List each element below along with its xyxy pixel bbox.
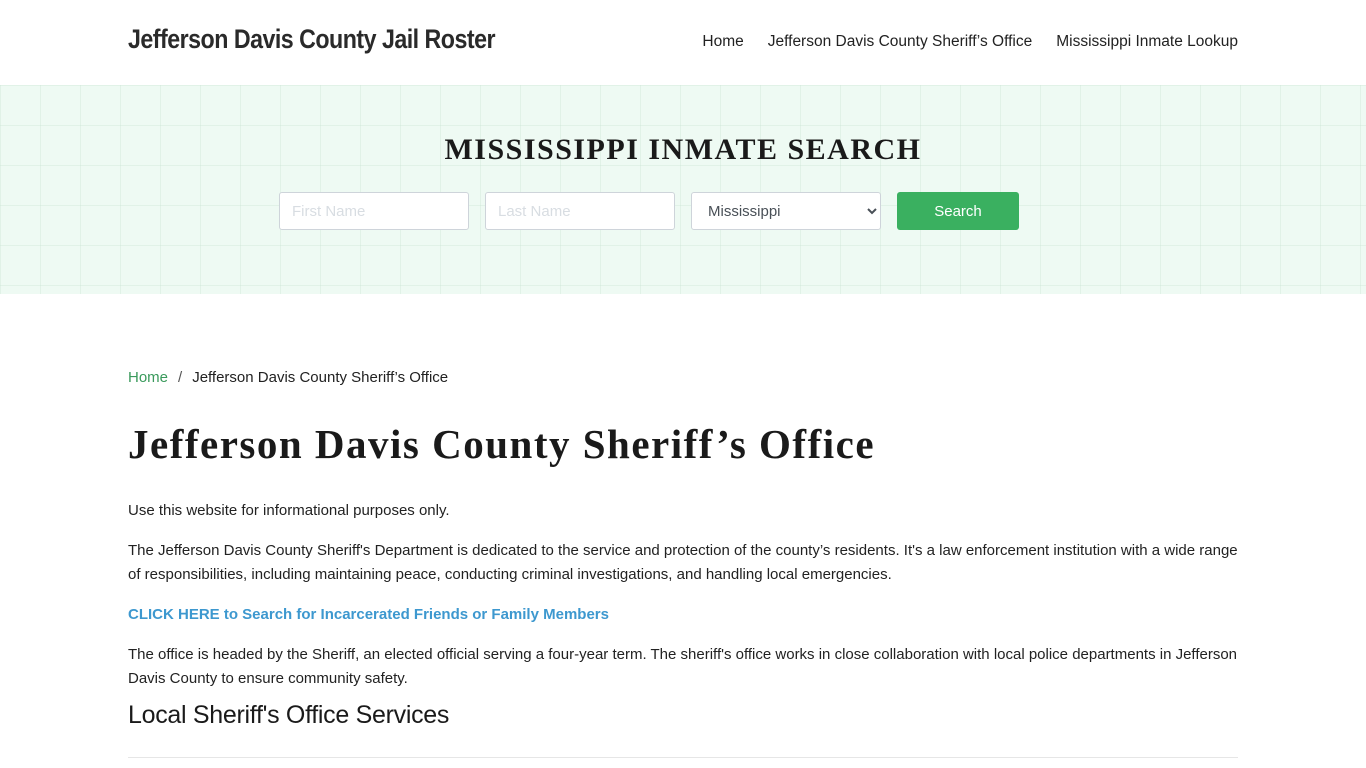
site-header: Jefferson Davis County Jail Roster Home … xyxy=(0,0,1366,85)
inmate-search-form: Mississippi Search xyxy=(279,192,1019,230)
search-button[interactable]: Search xyxy=(897,192,1019,230)
breadcrumb: Home / Jefferson Davis County Sheriff’s … xyxy=(128,369,448,386)
nav-inmate-lookup[interactable]: Mississippi Inmate Lookup xyxy=(1056,33,1238,51)
nav-home[interactable]: Home xyxy=(702,33,743,51)
breadcrumb-current: Jefferson Davis County Sheriff’s Office xyxy=(192,369,449,386)
first-name-input[interactable] xyxy=(279,192,469,230)
hero-title: MISSISSIPPI INMATE SEARCH xyxy=(444,133,922,166)
search-inmates-link[interactable]: CLICK HERE to Search for Incarcerated Fr… xyxy=(128,606,609,623)
main-nav: Home Jefferson Davis County Sheriff’s Of… xyxy=(702,33,1238,51)
main-content: Use this website for informational purpo… xyxy=(128,499,1238,729)
nav-sheriffs-office[interactable]: Jefferson Davis County Sheriff’s Office xyxy=(768,33,1032,51)
state-select[interactable]: Mississippi xyxy=(691,192,881,230)
disclaimer-text: Use this website for informational purpo… xyxy=(128,502,450,519)
intro-paragraph: The Jefferson Davis County Sheriff's Dep… xyxy=(128,542,1238,583)
site-brand[interactable]: Jefferson Davis County Jail Roster xyxy=(128,24,496,55)
breadcrumb-separator: / xyxy=(178,369,183,386)
services-heading: Local Sheriff's Office Services xyxy=(128,701,450,729)
section-divider xyxy=(128,757,1238,758)
inmate-search-hero: MISSISSIPPI INMATE SEARCH Mississippi Se… xyxy=(0,85,1366,294)
breadcrumb-home[interactable]: Home xyxy=(128,369,168,386)
last-name-input[interactable] xyxy=(485,192,675,230)
page-title: Jefferson Davis County Sheriff’s Office xyxy=(128,421,876,467)
sheriff-paragraph: The office is headed by the Sheriff, an … xyxy=(128,646,1238,687)
